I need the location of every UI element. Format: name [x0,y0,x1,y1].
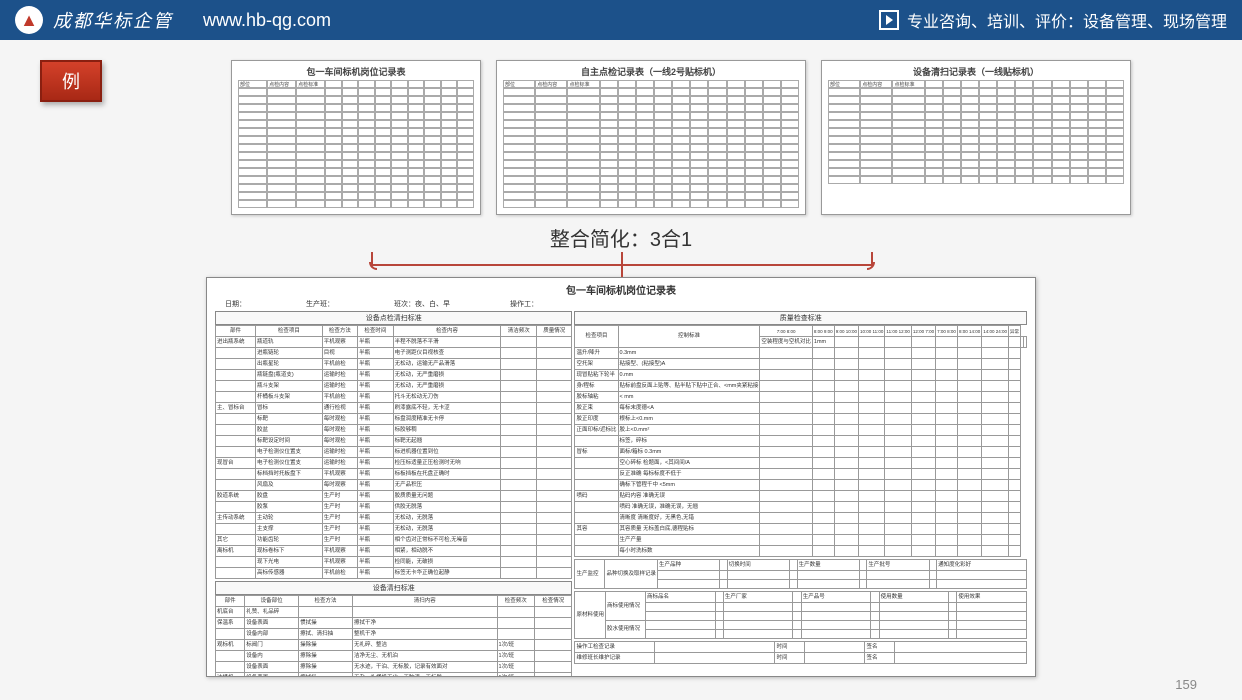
big-doc-title: 包一车间标机岗位记录表 [215,282,1027,297]
merged-document: 包一车间标机岗位记录表 日期： 生产班： 班次：夜、白、早 操作工： 设备点检清… [206,277,1036,677]
play-icon [879,10,899,30]
quality-table: 检查项目控制标准7:00 8:008:00 9:009:00 10:0010:0… [574,325,1027,557]
header-bar: ▲ 成都华标企管 www.hb-qg.com 专业咨询、培训、评价：设备管理、现… [0,0,1242,40]
thumbnails-row: 包一车间标机岗位记录表 部位点检内容点检标准 自主点检记录表（一线2号贴标机） … [150,60,1212,215]
cleaning-table: 部件设备部位检查方法清扫内容检查频次检查情况机底台礼赞、礼品碎 保温系设备表面惯… [215,595,572,677]
example-badge: 例 [40,60,102,102]
connector-lines [271,252,971,277]
company-name: 成都华标企管 [53,7,173,33]
log-table: 操作工检查记录时间签名维修班长维护记录时间签名 [574,641,1027,664]
header-right: 专业咨询、培训、评价：设备管理、现场管理 [879,8,1227,32]
logo-icon: ▲ [15,6,43,34]
material-table: 原材料使用商标使用情况商标品名生产厂家生产品号使用数量使用效果胶水使用情况 [574,591,1027,639]
url-text: www.hb-qg.com [203,10,331,31]
thumb-doc-1: 包一车间标机岗位记录表 部位点检内容点检标准 [231,60,481,215]
production-table: 生产监控品种切换及取样记录生产品种切换时间生产数量生产批号通知度化彩好 [574,559,1027,589]
thumb-doc-2: 自主点检记录表（一线2号贴标机） 部位点检内容点检标准 [496,60,806,215]
slide-content: 例 包一车间标机岗位记录表 部位点检内容点检标准 自主点检记录表（一线2号贴标机… [0,40,1242,700]
inspection-table: 部件检查项目检查方法检查时间检查内容清洁频次质量情况进出瓶系统瓶道轨平机观察半瓶… [215,325,572,579]
page-number: 159 [1175,677,1197,692]
big-doc-meta: 日期： 生产班： 班次：夜、白、早 操作工： [215,299,1027,309]
tagline: 专业咨询、培训、评价：设备管理、现场管理 [907,8,1227,32]
merge-label: 整合简化：3合1 [30,223,1212,252]
thumb-doc-3: 设备清扫记录表（一线贴标机） 部位点检内容点检标准 [821,60,1131,215]
